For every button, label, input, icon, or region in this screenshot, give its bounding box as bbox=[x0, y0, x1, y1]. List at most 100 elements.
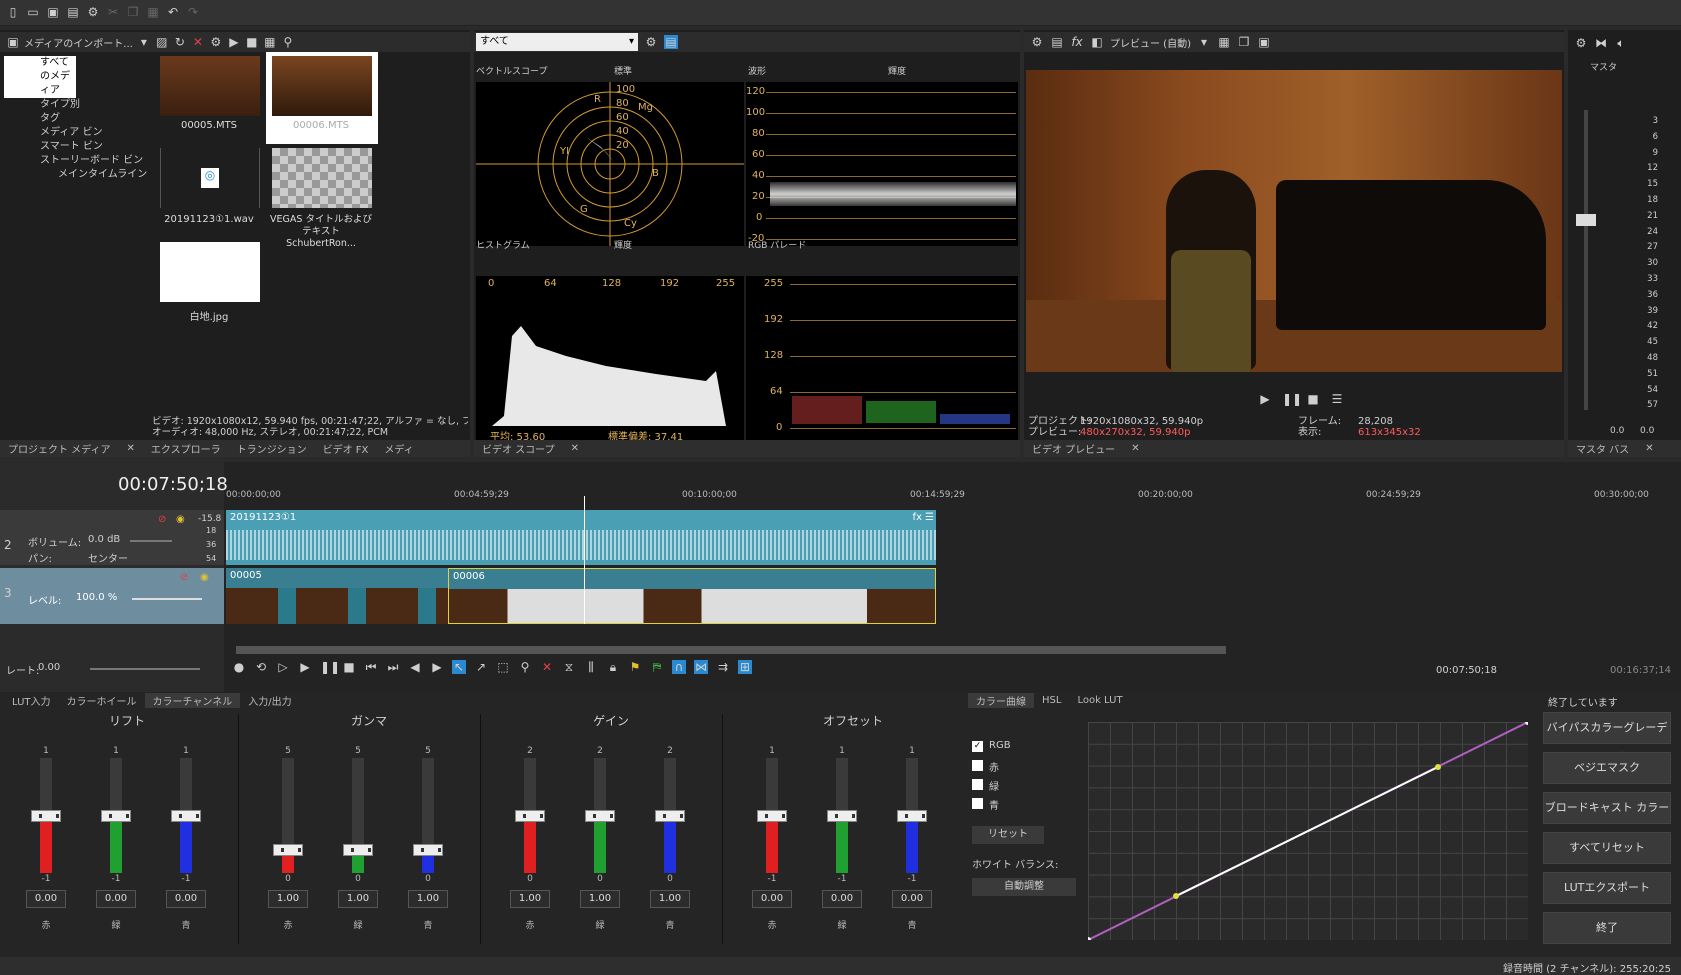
curve-reset-button[interactable]: リセット bbox=[972, 826, 1044, 844]
menu-icon[interactable]: ☰ bbox=[925, 512, 934, 523]
tab-color-channel[interactable]: カラーチャンネル bbox=[144, 693, 241, 708]
grading-button[interactable]: 終了 bbox=[1543, 912, 1671, 944]
auto-crossfade-icon[interactable]: ⋈ bbox=[694, 660, 708, 674]
value-input[interactable]: 1.00 bbox=[580, 890, 620, 908]
remove-icon[interactable]: ✕ bbox=[191, 35, 205, 49]
value-input[interactable]: 0.00 bbox=[752, 890, 792, 908]
slider-knob[interactable] bbox=[897, 809, 927, 822]
tree-item-storyboard[interactable]: ストーリーボード ビン bbox=[4, 154, 148, 168]
playhead[interactable] bbox=[584, 496, 585, 624]
vectorscope-mode[interactable]: 標準 bbox=[614, 64, 632, 77]
volume-value[interactable]: 0.0 dB bbox=[88, 534, 120, 545]
tab-hsl[interactable]: HSL bbox=[1034, 695, 1069, 706]
fx-icon[interactable]: fx bbox=[1070, 35, 1084, 49]
tab-video-fx[interactable]: ビデオ FX bbox=[315, 441, 377, 456]
grading-button[interactable]: ブロードキャスト カラー bbox=[1543, 792, 1671, 824]
envelope-tool-icon[interactable]: ↗ bbox=[474, 660, 488, 674]
pause-icon[interactable]: ❚❚ bbox=[1282, 392, 1302, 406]
cut-icon[interactable]: ✂ bbox=[106, 5, 120, 19]
slider-knob[interactable] bbox=[757, 809, 787, 822]
value-input[interactable]: 1.00 bbox=[338, 890, 378, 908]
go-end-icon[interactable]: ⏭ bbox=[386, 660, 400, 674]
snap-icon[interactable]: ∩ bbox=[672, 660, 686, 674]
value-input[interactable]: 0.00 bbox=[96, 890, 136, 908]
undo-icon[interactable]: ↶ bbox=[166, 5, 180, 19]
tab-video-preview[interactable]: ビデオ プレビュー bbox=[1024, 441, 1123, 456]
gear-icon[interactable]: ⚙ bbox=[1574, 36, 1588, 50]
slider-knob[interactable] bbox=[515, 809, 545, 822]
selection-tool-icon[interactable]: ⬚ bbox=[496, 660, 510, 674]
cursor-time[interactable]: 00:07:50;18 bbox=[1436, 665, 1497, 676]
slider-knob[interactable] bbox=[171, 809, 201, 822]
play-icon[interactable]: ▶ bbox=[298, 660, 312, 674]
thumbnail-white[interactable] bbox=[160, 242, 260, 302]
play-from-start-icon[interactable]: ▷ bbox=[276, 660, 290, 674]
import-icon[interactable]: ▣ bbox=[6, 35, 20, 49]
slider-knob[interactable] bbox=[827, 809, 857, 822]
settings-icon[interactable]: ⚙ bbox=[86, 5, 100, 19]
speaker-icon[interactable]: 🔈︎ bbox=[1614, 36, 1628, 50]
new-icon[interactable]: ▯ bbox=[6, 5, 20, 19]
value-input[interactable]: 0.00 bbox=[822, 890, 862, 908]
solo-icon[interactable]: ◉ bbox=[200, 572, 209, 583]
split-icon[interactable]: ⫼ bbox=[584, 660, 598, 674]
tree-item-type[interactable]: タイプ別 bbox=[4, 98, 148, 112]
prev-frame-icon[interactable]: ◀︎ bbox=[408, 660, 422, 674]
overlays-icon[interactable]: ▦ bbox=[1217, 35, 1231, 49]
time-ruler[interactable]: 00:00:00;00 00:04:59;29 00:10:00;00 00:14:5… bbox=[226, 490, 1666, 502]
scope-select[interactable]: すべて ▾ bbox=[476, 33, 638, 51]
solo-icon[interactable]: ◉ bbox=[176, 514, 185, 525]
lock-envelopes-icon[interactable]: ⊞ bbox=[738, 660, 752, 674]
trim-icon[interactable]: ⧖ bbox=[562, 660, 576, 674]
play-icon[interactable]: ▶ bbox=[227, 35, 241, 49]
tab-master-bus[interactable]: マスタ バス bbox=[1568, 441, 1637, 456]
refresh-icon[interactable]: ↻ bbox=[173, 35, 187, 49]
tree-item-main-timeline[interactable]: メインタイムライン bbox=[4, 168, 148, 182]
curve-graph[interactable] bbox=[1088, 722, 1528, 940]
save-snapshot-icon[interactable]: ▣ bbox=[1257, 35, 1271, 49]
paste-icon[interactable]: ▦ bbox=[146, 5, 160, 19]
value-input[interactable]: 1.00 bbox=[268, 890, 308, 908]
timecode[interactable]: 00:07:50;18 bbox=[118, 474, 228, 495]
slider-knob[interactable] bbox=[585, 809, 615, 822]
grading-button[interactable]: LUTエクスポート bbox=[1543, 872, 1671, 904]
tab-lut-input[interactable]: LUT入力 bbox=[4, 693, 59, 708]
slider-knob[interactable] bbox=[31, 809, 61, 822]
slider-knob[interactable] bbox=[273, 844, 303, 856]
grading-button[interactable]: ベジエマスク bbox=[1543, 752, 1671, 784]
slider-knob[interactable] bbox=[655, 809, 685, 822]
value-input[interactable]: 0.00 bbox=[26, 890, 66, 908]
edit-tool-icon[interactable]: ↖ bbox=[452, 660, 466, 674]
level-slider[interactable] bbox=[132, 598, 202, 600]
stop-icon[interactable]: ■ bbox=[245, 35, 259, 49]
tab-transition[interactable]: トランジション bbox=[229, 441, 315, 456]
pause-icon[interactable]: ❚❚ bbox=[320, 660, 340, 674]
go-start-icon[interactable]: ⏮ bbox=[364, 660, 378, 674]
tree-item-all[interactable]: すべてのメディア bbox=[4, 56, 76, 98]
fx-icon[interactable]: fx bbox=[913, 512, 922, 523]
open-icon[interactable]: ▭ bbox=[26, 5, 40, 19]
video-clip-1[interactable]: 00005 bbox=[226, 568, 448, 624]
chevron-down-icon[interactable]: ▾ bbox=[137, 35, 151, 49]
histogram-mode[interactable]: 輝度 bbox=[614, 238, 632, 251]
zoom-icon[interactable]: ⚲ bbox=[281, 35, 295, 49]
capture-icon[interactable]: ▨ bbox=[155, 35, 169, 49]
level-value[interactable]: 100.0 % bbox=[76, 592, 117, 603]
gear-icon[interactable]: ⚙ bbox=[209, 35, 223, 49]
tab-input-output[interactable]: 入力/出力 bbox=[240, 693, 299, 708]
close-icon[interactable]: ✕ bbox=[1123, 443, 1147, 454]
value-input[interactable]: 1.00 bbox=[510, 890, 550, 908]
gear-icon[interactable]: ⚙ bbox=[1030, 35, 1044, 49]
close-icon[interactable]: ✕ bbox=[563, 443, 587, 454]
check-rgb[interactable]: ✓ RGB bbox=[972, 740, 1082, 759]
save-as-icon[interactable]: ▤ bbox=[66, 5, 80, 19]
check-red[interactable]: 赤 bbox=[972, 759, 1082, 778]
preview-quality-select[interactable]: プレビュー (自動) bbox=[1110, 35, 1191, 50]
close-icon[interactable]: ✕ bbox=[118, 443, 142, 454]
gear-icon[interactable]: ⚙ bbox=[644, 35, 658, 49]
marker-icon[interactable]: ⚑ bbox=[628, 660, 642, 674]
tab-color-wheel[interactable]: カラーホイール bbox=[59, 693, 145, 708]
tree-item-media-bin[interactable]: メディア ビン bbox=[4, 126, 148, 140]
grading-button[interactable]: すべてリセット bbox=[1543, 832, 1671, 864]
tab-video-scope[interactable]: ビデオ スコープ bbox=[474, 441, 563, 456]
